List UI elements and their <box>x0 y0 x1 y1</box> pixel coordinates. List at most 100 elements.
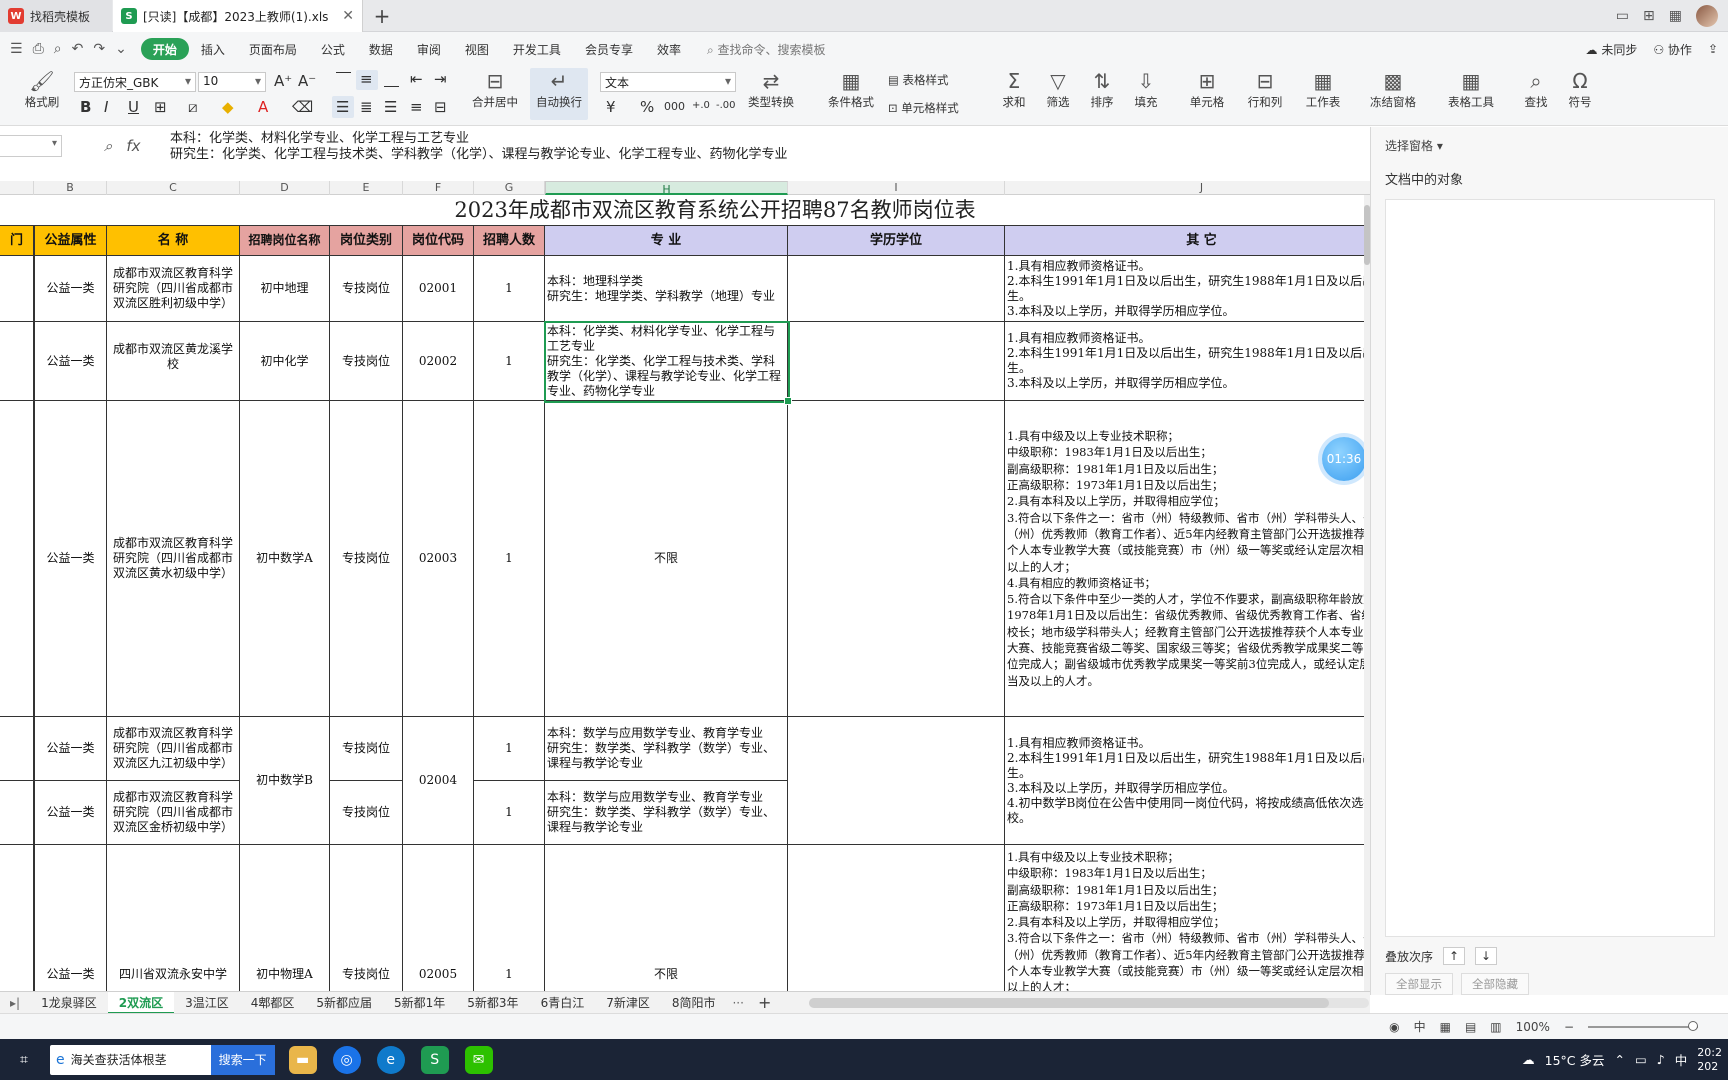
menu-page-layout[interactable]: 页面布局 <box>237 38 309 60</box>
tab-daoke-templates[interactable]: W 找稻壳模板 <box>0 0 112 32</box>
ime-indicator[interactable]: 中 <box>1675 1050 1688 1069</box>
chevron-up-icon[interactable]: ⌃ <box>1615 1052 1625 1067</box>
font-name-select[interactable]: 方正仿宋_GBK ▾ <box>74 72 196 92</box>
number-format-select[interactable]: 文本 ▾ <box>600 72 736 92</box>
table-cell[interactable]: 1 <box>474 717 545 781</box>
objects-list[interactable] <box>1385 199 1715 937</box>
table-cell[interactable]: 四川省双流永安中学 <box>107 845 240 991</box>
table-cell[interactable]: 1.具有中级及以上专业技术职称； 中级职称：1983年1月1日及以后出生； 副高… <box>1005 845 1370 991</box>
table-cell[interactable]: 成都市双流区黄龙溪学校 <box>107 322 240 401</box>
add-sheet-icon[interactable]: + <box>750 993 779 1012</box>
wechat-icon[interactable]: ✉ <box>464 1045 493 1074</box>
table-cell[interactable]: 1 <box>474 781 545 845</box>
sum-button[interactable]: Σ 求和 <box>996 68 1032 110</box>
sheet-tab[interactable]: 5新都1年 <box>383 992 456 1014</box>
align-top-icon[interactable]: ⎺ <box>336 70 351 88</box>
table-cell[interactable]: 本科：化学类、材料化学专业、化学工程与工艺专业 研究生：化学类、化学工程与技术类… <box>545 322 788 401</box>
web-search-button[interactable]: 搜索一下 <box>210 1044 275 1075</box>
grid-icon[interactable]: ▦ <box>1669 8 1682 24</box>
task-view-icon[interactable]: ⌗ <box>10 1046 38 1074</box>
justify-icon[interactable]: ≡ <box>410 98 423 116</box>
table-cell[interactable] <box>788 322 1005 401</box>
cell-button[interactable]: ⊞ 单元格 <box>1180 68 1234 110</box>
eraser-icon[interactable]: ⌫ <box>292 98 313 116</box>
table-cell[interactable] <box>788 845 1005 991</box>
column-header-c[interactable]: C <box>107 181 240 195</box>
column-header-i[interactable]: I <box>788 181 1005 195</box>
clock[interactable]: 20:2 202 <box>1697 1046 1722 1074</box>
eye-icon[interactable]: ◉ <box>1389 1020 1399 1034</box>
menu-efficiency[interactable]: 效率 <box>645 38 693 60</box>
table-cell[interactable]: 成都市双流区教育科学研究院（四川省成都市双流区黄水初级中学） <box>107 401 240 717</box>
column-header-a[interactable] <box>0 181 34 195</box>
table-cell[interactable] <box>0 401 34 717</box>
sheet-tab[interactable]: 6青白江 <box>530 992 596 1014</box>
table-cell[interactable]: 02003 <box>403 401 474 717</box>
filter-button[interactable]: ▽ 筛选 <box>1040 68 1076 110</box>
table-cell[interactable]: 1 <box>474 401 545 717</box>
table-cell[interactable]: 1.具有中级及以上专业技术职称； 中级职称：1983年1月1日及以后出生； 副高… <box>1005 401 1370 717</box>
merge-center-button[interactable]: ⊟ 合并居中 <box>466 68 524 110</box>
avatar[interactable] <box>1696 5 1718 27</box>
column-header-g[interactable]: G <box>474 181 545 195</box>
decrease-decimal-icon[interactable]: -.00 <box>716 100 736 111</box>
table-cell[interactable]: 公益一类 <box>34 256 107 322</box>
menu-member[interactable]: 会员专享 <box>573 38 645 60</box>
increase-font-icon[interactable]: A⁺ <box>274 72 292 90</box>
redo-icon[interactable]: ↷ <box>93 41 105 57</box>
sheet-tab-active[interactable]: 2双流区 <box>107 991 175 1014</box>
fill-color-icon[interactable]: ◆ <box>222 98 234 116</box>
currency-icon[interactable]: ¥ <box>606 98 616 116</box>
table-tools-button[interactable]: ▦ 表格工具 <box>1440 68 1502 110</box>
font-color-icon[interactable]: A <box>258 98 268 116</box>
column-header-b[interactable]: B <box>34 181 107 195</box>
table-style-button[interactable]: ▤ 表格样式 <box>888 72 974 88</box>
underline-icon[interactable]: U <box>128 98 139 116</box>
table-cell-merged[interactable]: 初中数学B <box>240 717 330 845</box>
table-cell[interactable] <box>0 845 34 991</box>
menu-formula[interactable]: 公式 <box>309 38 357 60</box>
sync-status[interactable]: ☁ 未同步 <box>1585 41 1637 58</box>
table-cell[interactable]: 专技岗位 <box>330 781 403 845</box>
grid-apps-icon[interactable]: ⊞ <box>1643 8 1655 24</box>
align-middle-icon[interactable]: ≡ <box>360 70 373 88</box>
sheet-tab[interactable]: 1龙泉驿区 <box>30 992 108 1014</box>
network-icon[interactable]: ▭ <box>1635 1052 1647 1067</box>
table-cell[interactable] <box>788 256 1005 322</box>
menu-developer[interactable]: 开发工具 <box>501 38 573 60</box>
fill-button[interactable]: ⇩ 填充 <box>1128 68 1164 110</box>
normal-view-icon[interactable]: ▦ <box>1440 1020 1451 1034</box>
ime-status-icon[interactable]: 中 <box>1414 1018 1426 1035</box>
sheet-tab[interactable]: 7新津区 <box>595 992 661 1014</box>
more-icon[interactable]: ··· <box>726 996 749 1010</box>
wrap-text-button[interactable]: ↵ 自动换行 <box>530 68 588 110</box>
collaborate-button[interactable]: ⚇ 协作 <box>1653 41 1692 58</box>
menu-icon[interactable]: ☰ <box>10 41 23 57</box>
table-cell[interactable]: 1.具有相应教师资格证书。 2.本科生1991年1月1日及以后出生，研究生198… <box>1005 322 1370 401</box>
table-cell[interactable]: 初中地理 <box>240 256 330 322</box>
strikethrough-icon[interactable]: ⧄ <box>188 98 198 116</box>
increase-decimal-icon[interactable]: +.0 <box>692 100 710 111</box>
table-cell[interactable]: 1 <box>474 845 545 991</box>
align-bottom-icon[interactable]: ⎽ <box>384 70 399 88</box>
sort-button[interactable]: ⇅ 排序 <box>1084 68 1120 110</box>
horizontal-scrollbar[interactable] <box>809 997 1370 1008</box>
browser-icon[interactable]: ◎ <box>332 1045 361 1074</box>
share-icon[interactable]: ⇪ <box>1708 42 1718 56</box>
arrow-down-icon[interactable]: ↓ <box>1475 947 1498 965</box>
align-right-icon[interactable]: ☰ <box>384 98 397 116</box>
table-cell[interactable]: 初中化学 <box>240 322 330 401</box>
speaker-icon[interactable]: ♪ <box>1657 1052 1665 1067</box>
table-cell[interactable]: 不限 <box>545 401 788 717</box>
column-header-d[interactable]: D <box>240 181 330 195</box>
indent-increase-icon[interactable]: ⇥ <box>434 70 447 88</box>
italic-icon[interactable]: I <box>104 98 108 116</box>
sheet-area[interactable]: 2023年成都市双流区教育系统公开招聘87名教师岗位表 门 公益属性 名 称 招… <box>0 195 1370 991</box>
table-cell[interactable]: 不限 <box>545 845 788 991</box>
new-tab-button[interactable]: + <box>370 4 394 28</box>
close-icon[interactable]: ✕ <box>342 8 354 24</box>
page-view-icon[interactable]: ▤ <box>1465 1020 1476 1034</box>
print-icon[interactable]: ⎙ <box>33 41 44 57</box>
table-cell[interactable]: 公益一类 <box>34 717 107 781</box>
table-cell[interactable]: 1.具有相应教师资格证书。 2.本科生1991年1月1日及以后出生，研究生198… <box>1005 256 1370 322</box>
